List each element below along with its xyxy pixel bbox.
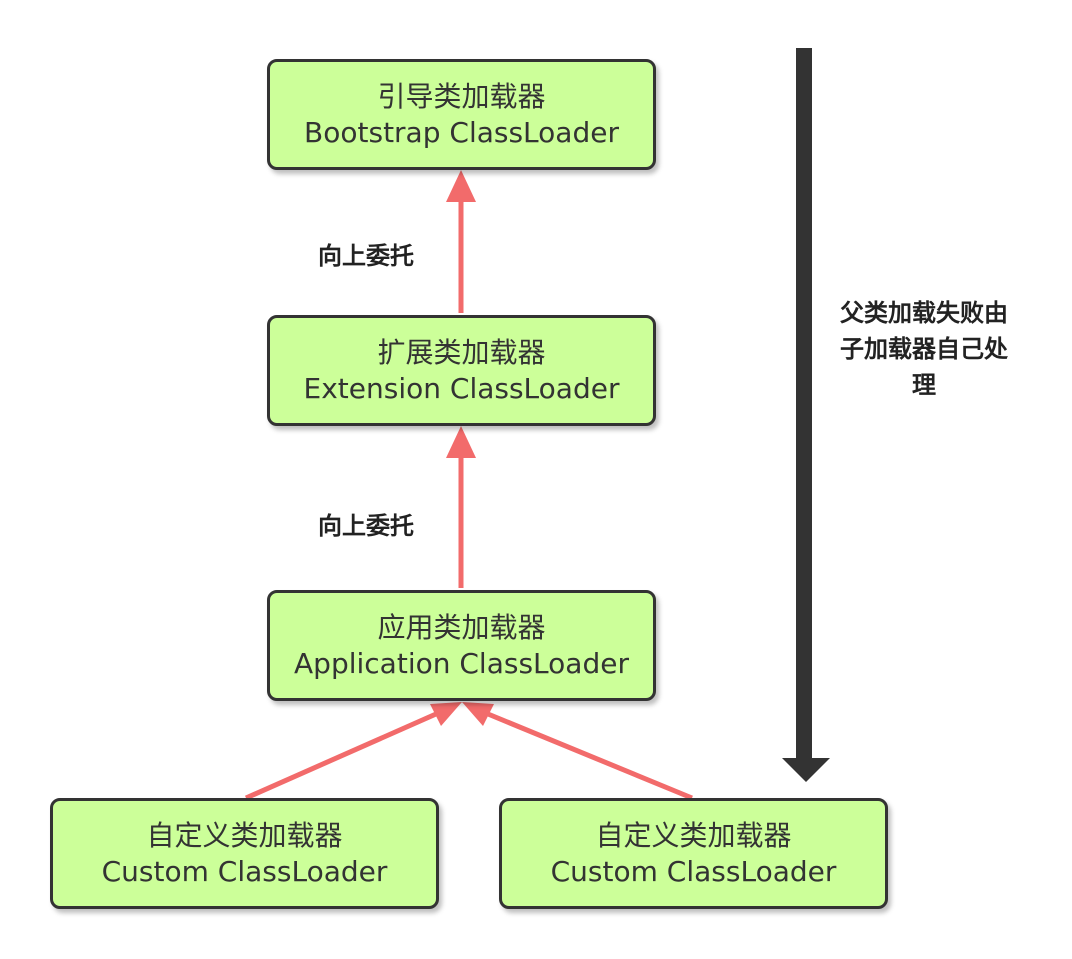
fallback-arrow-shaft xyxy=(796,48,812,760)
application-classloader-name-en: Application ClassLoader xyxy=(294,646,629,680)
delegate-up-label-middle: 向上委托 xyxy=(318,512,414,540)
custom-classloader-right-name-zh: 自定义类加载器 xyxy=(595,818,792,852)
extension-classloader-name-zh: 扩展类加载器 xyxy=(377,335,546,369)
bootstrap-classloader-box: 引导类加载器 Bootstrap ClassLoader xyxy=(267,59,656,170)
bootstrap-classloader-name-zh: 引导类加载器 xyxy=(377,79,546,113)
delegate-arrowhead-bootstrap xyxy=(446,170,476,202)
delegate-arrow-custom2-to-application xyxy=(487,711,693,801)
class-loader-diagram: 引导类加载器 Bootstrap ClassLoader 扩展类加载器 Exte… xyxy=(0,0,1072,959)
delegate-arrowhead-extension xyxy=(446,426,476,458)
delegate-arrowhead-application-left xyxy=(430,702,462,726)
delegate-up-label-top: 向上委托 xyxy=(318,242,414,270)
bootstrap-classloader-name-en: Bootstrap ClassLoader xyxy=(304,115,619,149)
application-classloader-name-zh: 应用类加载器 xyxy=(377,610,546,644)
extension-classloader-name-en: Extension ClassLoader xyxy=(303,371,620,405)
custom-classloader-left-name-zh: 自定义类加载器 xyxy=(146,818,343,852)
custom-classloader-left-name-en: Custom ClassLoader xyxy=(101,854,388,888)
custom-classloader-box-left: 自定义类加载器 Custom ClassLoader xyxy=(50,798,439,909)
custom-classloader-box-right: 自定义类加载器 Custom ClassLoader xyxy=(499,798,888,909)
fallback-note: 父类加载失败由子加载器自己处理 xyxy=(840,299,1008,399)
fallback-arrowhead xyxy=(782,758,830,782)
delegate-arrow-custom1-to-application xyxy=(244,711,438,801)
delegate-arrowhead-application-right xyxy=(462,702,494,726)
extension-classloader-box: 扩展类加载器 Extension ClassLoader xyxy=(267,315,656,426)
application-classloader-box: 应用类加载器 Application ClassLoader xyxy=(267,590,656,701)
custom-classloader-right-name-en: Custom ClassLoader xyxy=(550,854,837,888)
